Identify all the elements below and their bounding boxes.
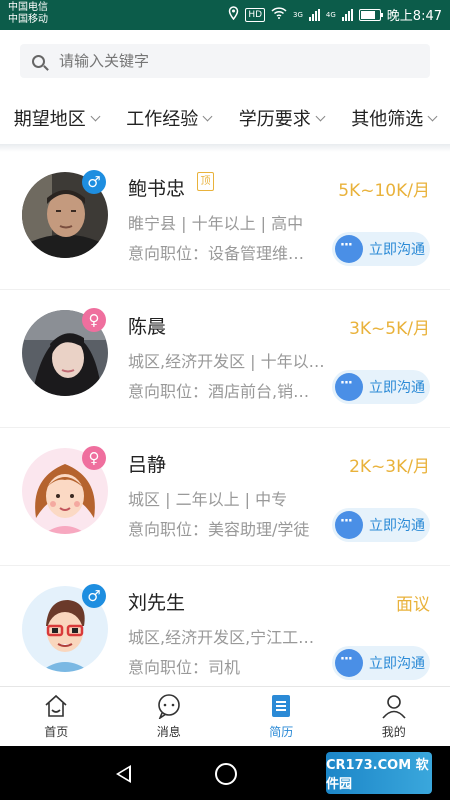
intended-position: 意向职位：酒店前台,销… [128, 382, 310, 401]
top-badge: 顶 [197, 172, 214, 191]
chevron-down-icon [315, 111, 326, 121]
chat-button-label: 立即沟通 [369, 242, 425, 258]
chat-button-label: 立即沟通 [369, 656, 425, 672]
carrier-2: 中国移动 [8, 14, 48, 25]
network-3g-label: 3G [293, 10, 303, 19]
chat-button[interactable]: 立即沟通 [332, 646, 430, 680]
divider [0, 144, 450, 152]
candidate-info: 睢宁县 | 十年以上 | 高中 [128, 214, 304, 233]
intended-position: 意向职位：司机 [128, 658, 241, 677]
candidate-card[interactable]: ♂ 刘先生 面议 城区,经济开发区,宁江工… 意向职位：司机 立即沟通 [0, 566, 450, 704]
signal-icon-2 [341, 8, 353, 21]
filter-label: 工作经验 [126, 109, 199, 130]
search-bar [0, 30, 450, 92]
candidate-card[interactable]: ♀ 陈晨 3K~5K/月 城区,经济开发区 | 十年以… 意向职位：酒店前台,销… [0, 290, 450, 428]
candidate-card[interactable]: ♂ 鲍书忠 顶 5K~10K/月 睢宁县 | 十年以上 | 高中 意向职位：设备… [0, 152, 450, 290]
filter-region[interactable]: 期望地区 [13, 105, 101, 131]
home-button-icon[interactable] [215, 763, 237, 785]
tab-label: 我的 [381, 725, 406, 739]
female-icon: ♀ [82, 446, 106, 470]
tab-resume[interactable]: 简历 [225, 687, 338, 747]
profile-icon [381, 693, 407, 719]
salary: 5K~10K/月 [338, 181, 430, 201]
candidate-name: 陈晨 [128, 316, 167, 338]
battery-icon [358, 8, 383, 21]
status-icons: HD 3G 4G 晚上8:47 [228, 5, 442, 24]
candidate-info: 城区,经济开发区,宁江工… [128, 628, 315, 647]
carrier-1: 中国电信 [8, 2, 48, 13]
filter-label: 其他筛选 [351, 109, 424, 130]
filter-label: 期望地区 [13, 109, 86, 130]
home-icon [43, 693, 69, 719]
candidate-info: 城区,经济开发区 | 十年以… [128, 352, 325, 371]
chat-bubble-icon [335, 235, 363, 263]
tab-profile[interactable]: 我的 [338, 687, 450, 747]
signal-icon [308, 8, 320, 21]
back-icon[interactable] [116, 765, 131, 783]
status-bar: 中国电信 中国移动 HD 3G 4G 晚上8:47 [0, 0, 450, 30]
intended-position: 意向职位：设备管理维… [128, 244, 305, 263]
search-input[interactable] [57, 51, 391, 71]
wifi-icon [271, 6, 287, 23]
chat-button-label: 立即沟通 [369, 518, 425, 534]
network-4g-label: 4G [325, 10, 336, 19]
tab-label: 消息 [156, 725, 181, 739]
intended-position: 意向职位：美容助理/学徒 [128, 520, 310, 539]
filter-other[interactable]: 其他筛选 [351, 105, 438, 131]
chat-bubble-icon [335, 373, 363, 401]
tab-label: 简历 [269, 725, 294, 739]
chat-bubble-icon [335, 649, 363, 677]
watermark-logo: CR173.COM 软件园 [326, 752, 432, 794]
chevron-down-icon [202, 111, 213, 121]
location-icon [228, 5, 239, 24]
hd-icon: HD [245, 7, 266, 22]
chevron-down-icon [90, 111, 101, 121]
chat-bubble-icon [335, 511, 363, 539]
candidate-card[interactable]: ♀ 吕静 2K~3K/月 城区 | 二年以上 | 中专 意向职位：美容助理/学徒… [0, 428, 450, 566]
chat-button[interactable]: 立即沟通 [332, 232, 430, 266]
message-icon [156, 693, 182, 721]
male-icon: ♂ [82, 584, 106, 608]
tab-messages[interactable]: 消息 [113, 687, 226, 747]
filter-label: 学历要求 [238, 109, 311, 130]
tab-label: 首页 [44, 725, 69, 739]
candidate-name: 吕静 [128, 454, 167, 476]
filter-bar: 期望地区 工作经验 学历要求 其他筛选 [0, 92, 450, 144]
female-icon: ♀ [82, 308, 106, 332]
filter-experience[interactable]: 工作经验 [126, 105, 213, 131]
candidate-name: 鲍书忠 [128, 178, 186, 200]
bottom-tab-bar: 首页 消息 简历 我的 [0, 686, 450, 747]
search-icon [32, 54, 45, 68]
chat-button-label: 立即沟通 [369, 380, 425, 396]
chevron-down-icon [427, 111, 438, 121]
chat-button[interactable]: 立即沟通 [332, 370, 430, 404]
male-icon: ♂ [82, 170, 106, 194]
candidate-name: 刘先生 [128, 592, 186, 614]
clock: 晚上8:47 [386, 9, 442, 24]
search-box[interactable] [20, 44, 430, 78]
filter-education[interactable]: 学历要求 [238, 105, 326, 131]
salary: 面议 [396, 595, 430, 615]
chat-button[interactable]: 立即沟通 [332, 508, 430, 542]
salary: 2K~3K/月 [349, 457, 430, 477]
resume-icon [268, 693, 294, 719]
candidate-info: 城区 | 二年以上 | 中专 [128, 490, 288, 509]
candidate-list: ♂ 鲍书忠 顶 5K~10K/月 睢宁县 | 十年以上 | 高中 意向职位：设备… [0, 152, 450, 704]
system-nav-bar: CR173.COM 软件园 [0, 746, 450, 800]
salary: 3K~5K/月 [349, 319, 430, 339]
tab-home[interactable]: 首页 [0, 687, 113, 747]
carrier-info: 中国电信 中国移动 [8, 2, 48, 26]
